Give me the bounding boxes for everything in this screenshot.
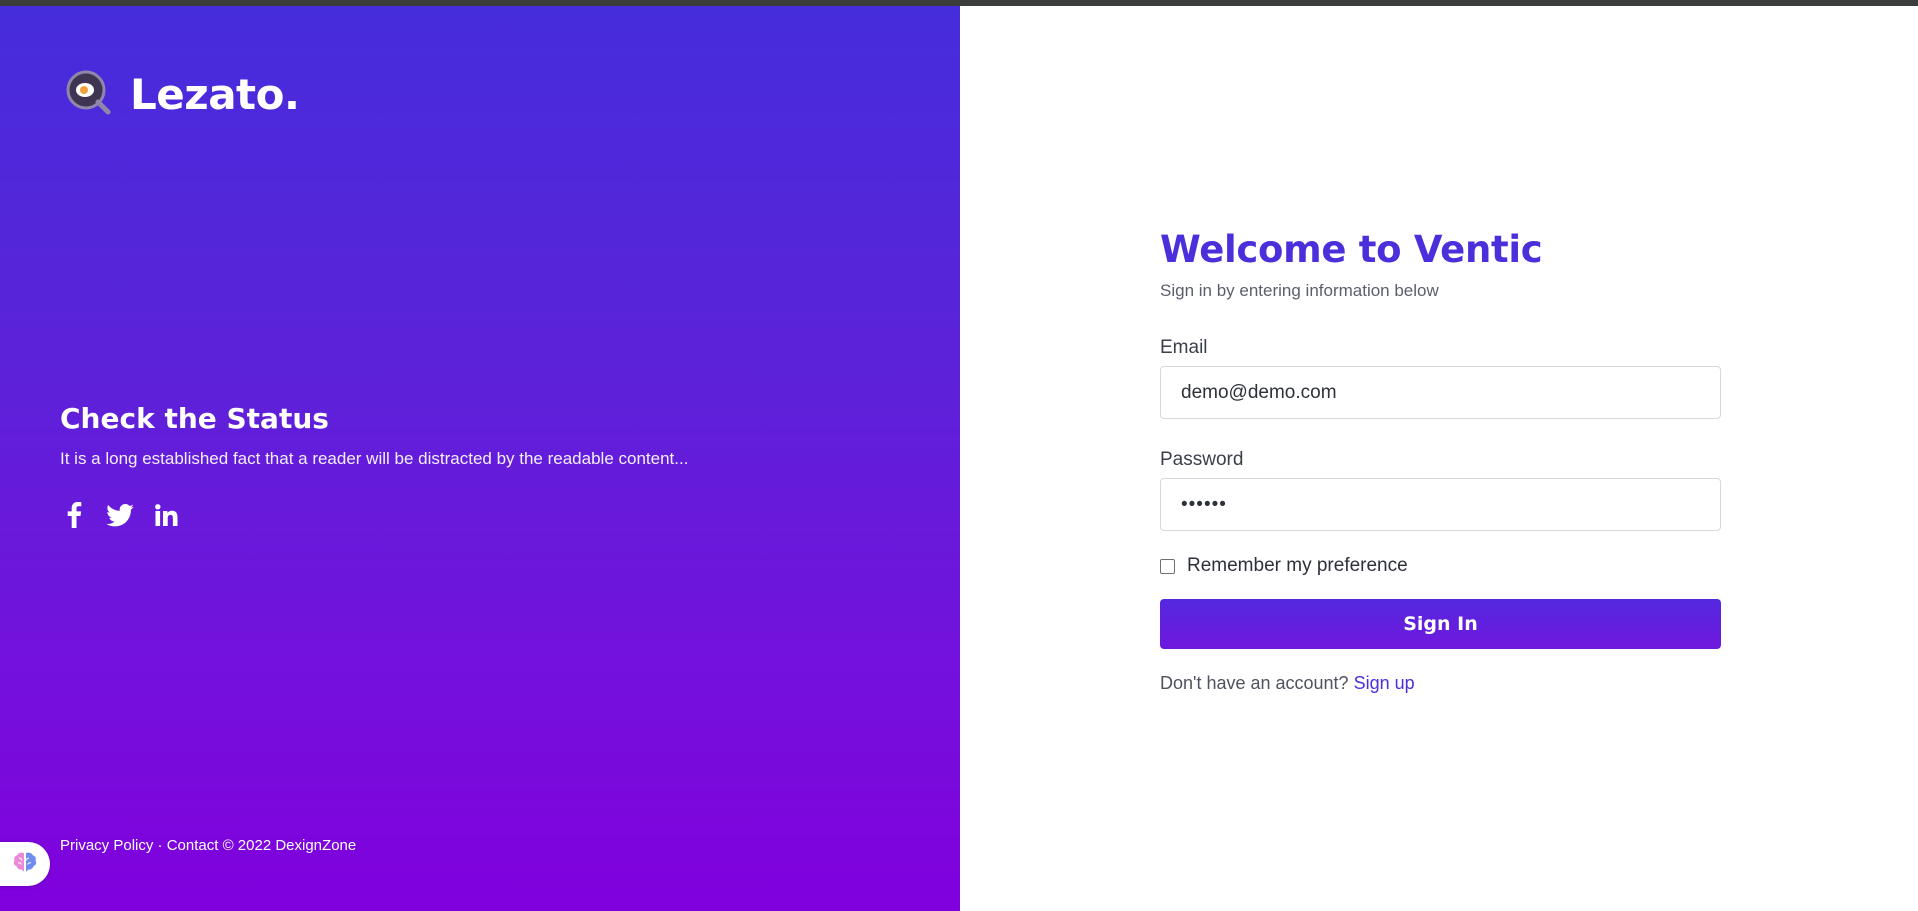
status-title: Check the Status <box>60 402 329 435</box>
email-field[interactable] <box>1160 366 1721 419</box>
contact-link[interactable]: Contact <box>167 837 219 854</box>
left-hero-panel: Lezato. Check the Status It is a long es… <box>0 6 960 911</box>
footer-links: Privacy Policy · Contact © 2022 DexignZo… <box>60 837 356 854</box>
floating-assistant-button[interactable] <box>0 842 50 886</box>
twitter-icon[interactable] <box>106 501 134 529</box>
status-description: It is a long established fact that a rea… <box>60 449 689 468</box>
brand[interactable]: Lezato. <box>64 68 300 120</box>
brand-logo-icon <box>64 68 116 120</box>
linkedin-icon[interactable] <box>152 501 180 529</box>
footer-separator: · <box>157 837 163 854</box>
sign-up-link[interactable]: Sign up <box>1354 673 1415 693</box>
sign-in-form: Welcome to Ventic Sign in by entering in… <box>1160 228 1721 694</box>
social-links <box>60 501 820 529</box>
page-subtitle: Sign in by entering information below <box>1160 281 1439 300</box>
brand-name: Lezato. <box>130 69 300 119</box>
sign-in-panel: Welcome to Ventic Sign in by entering in… <box>960 6 1918 911</box>
remember-label: Remember my preference <box>1187 555 1408 576</box>
status-block: Check the Status It is a long establishe… <box>60 402 820 529</box>
no-account-text: Don't have an account? <box>1160 673 1349 693</box>
privacy-policy-link[interactable]: Privacy Policy <box>60 837 153 854</box>
remember-preference[interactable]: Remember my preference <box>1160 555 1721 577</box>
password-label: Password <box>1160 449 1244 470</box>
signup-prompt: Don't have an account? Sign up <box>1160 673 1721 694</box>
facebook-icon[interactable] <box>60 501 88 529</box>
page-title: Welcome to Ventic <box>1160 228 1543 271</box>
remember-checkbox[interactable] <box>1160 558 1175 574</box>
email-label: Email <box>1160 337 1208 358</box>
sign-in-button[interactable]: Sign In <box>1160 599 1721 649</box>
brain-icon <box>12 851 38 878</box>
copyright-text: © 2022 DexignZone <box>222 837 357 854</box>
password-field[interactable] <box>1160 478 1721 531</box>
